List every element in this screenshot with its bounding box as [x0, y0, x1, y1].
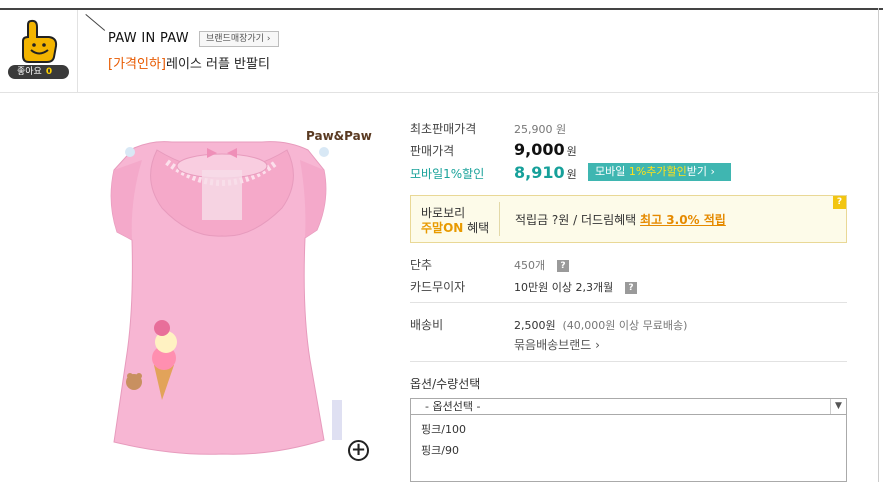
like-count-pill: 좋아요 0 — [8, 65, 69, 79]
divider-diagonal — [85, 14, 106, 31]
stock-row: 단추 450개 ? — [410, 256, 569, 273]
options-title: 옵션/수량선택 — [410, 377, 481, 391]
benefit-text-main: 적립금 ?원 / 더드림혜택 — [515, 213, 641, 227]
benefit-line2-rest: 혜택 — [463, 221, 490, 235]
thumbs-up-icon — [22, 19, 58, 63]
divider — [410, 302, 847, 303]
benefit-link[interactable]: 최고 3.0% 적립 — [640, 213, 726, 227]
chevron-down-icon[interactable]: ▼ — [830, 399, 846, 414]
help-icon[interactable]: ? — [625, 281, 638, 294]
benefit-weekend-on: 주말ON — [421, 221, 464, 235]
mobile-button-text-post: 받기 › — [686, 165, 715, 178]
original-price-label: 최초판매가격 — [410, 122, 477, 136]
zoom-plus-icon[interactable]: + — [348, 440, 369, 461]
header-divider — [0, 92, 879, 93]
mobile-price-row: 모바일1%할인 8,910 원 — [410, 163, 577, 182]
like-label: 좋아요 — [17, 67, 42, 77]
installment-value: 10만원 이상 2,3개월 — [514, 281, 614, 294]
benefit-separator — [499, 202, 500, 236]
sale-price-label: 판매가격 — [410, 144, 455, 158]
shipping-label: 배송비 — [410, 318, 444, 332]
original-price-value: 25,900 원 — [514, 123, 567, 136]
product-title: [가격인하]레이스 러플 반팔티 — [108, 53, 270, 72]
brand-shop-button[interactable]: 브랜드매장가기 › — [199, 31, 279, 47]
mobile-price-value: 8,910 — [514, 163, 565, 182]
benefit-text: 적립금 ?원 / 더드림혜택 최고 3.0% 적립 — [515, 211, 726, 228]
mobile-button-text-hi: 1%추가할인 — [628, 165, 687, 178]
shipping-value: 2,500원 — [514, 319, 556, 332]
benefit-line2: 주말ON 혜택 — [421, 219, 489, 236]
right-border — [878, 8, 879, 482]
mobile-button-text-pre: 모바일 — [595, 165, 629, 178]
paw-logo-text: Paw&Paw — [306, 129, 372, 143]
top-rule — [0, 8, 883, 10]
brand-name[interactable]: PAW IN PAW — [108, 31, 189, 46]
divider — [410, 361, 847, 362]
bundle-shipping-row: 묶음배송브랜드 › — [514, 336, 600, 353]
title-tag: [가격인하] — [108, 57, 166, 72]
mobile-price-label: 모바일1%할인 — [410, 167, 485, 181]
benefit-box: 바로보리 주말ON 혜택 적립금 ?원 / 더드림혜택 최고 3.0% 적립 ? — [410, 195, 847, 243]
option-select-value: - 옵션선택 - — [425, 400, 481, 413]
stock-label: 단추 — [410, 258, 433, 272]
option-item[interactable]: 핑크/90 — [421, 442, 459, 458]
like-widget[interactable]: 좋아요 0 — [0, 10, 78, 92]
stock-value: 450개 — [514, 259, 546, 272]
mobile-price-unit: 원 — [566, 168, 577, 181]
option-list: 핑크/100 핑크/90 — [410, 415, 847, 482]
help-icon[interactable]: ? — [833, 196, 846, 209]
shipping-note: (40,000원 이상 무료배송) — [562, 319, 688, 332]
original-price-row: 최초판매가격 25,900 원 — [410, 120, 566, 137]
sale-price-value: 9,000 — [514, 140, 565, 159]
product-image[interactable]: Paw&Paw — [62, 110, 382, 476]
installment-label: 카드무이자 — [410, 280, 466, 294]
sale-price-row: 판매가격 9,000 원 — [410, 140, 577, 159]
bundle-shipping-link[interactable]: 묶음배송브랜드 › — [514, 338, 600, 352]
shipping-row: 배송비 2,500원 (40,000원 이상 무료배송) — [410, 316, 687, 333]
option-item[interactable]: 핑크/100 — [421, 421, 466, 437]
option-select[interactable]: - 옵션선택 - ▼ — [410, 398, 847, 415]
help-icon[interactable]: ? — [556, 259, 569, 272]
title-text: 레이스 러플 반팔티 — [165, 57, 270, 72]
mobile-discount-button[interactable]: 모바일 1%추가할인받기 › — [588, 163, 731, 181]
like-count: 0 — [45, 67, 53, 77]
installment-row: 카드무이자 10만원 이상 2,3개월 ? — [410, 278, 638, 295]
sale-price-unit: 원 — [566, 145, 577, 158]
